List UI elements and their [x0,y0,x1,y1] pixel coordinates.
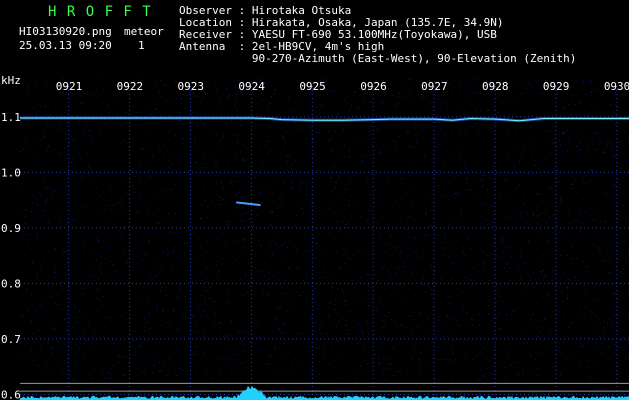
x-tick-label: 0926 [360,80,387,93]
y-tick-label: 0.6 [1,388,21,400]
noise-layer [20,78,629,381]
x-tick-label: 0929 [543,80,570,93]
spectrum-profile [19,385,629,400]
spectrogram-chart: kHz 0921 0922 0923 0924 0925 0926 0927 0928 0929… [1,74,629,400]
spectrum-profile-group [19,385,629,400]
meteor-echo-group [236,201,261,207]
y-axis-label: kHz [1,74,21,87]
x-tick-label: 0928 [482,80,509,93]
reference-lines [20,382,629,392]
x-tick-label: 0923 [178,80,205,93]
y-tick-labels: 1.1 1.0 0.9 0.8 0.7 0.6 [1,111,21,400]
carrier-trace-group [20,116,629,123]
y-tick-label: 0.7 [1,333,21,346]
x-tick-label: 0925 [299,80,326,93]
meteor-echo-trace [236,201,261,207]
x-tick-label: 0927 [421,80,448,93]
noise-speckle [20,78,629,381]
y-tick-label: 0.9 [1,222,21,235]
y-tick-label: 1.0 [1,166,21,179]
x-tick-label: 0921 [56,80,83,93]
x-tick-label: 0930 [604,80,629,93]
y-tick-label: 1.1 [1,111,21,124]
x-tick-labels: 0921 0922 0923 0924 0925 0926 0927 0928 0929 0930 [56,80,629,93]
x-tick-label: 0924 [238,80,265,93]
y-tick-label: 0.8 [1,277,21,290]
x-tick-label: 0922 [117,80,143,93]
